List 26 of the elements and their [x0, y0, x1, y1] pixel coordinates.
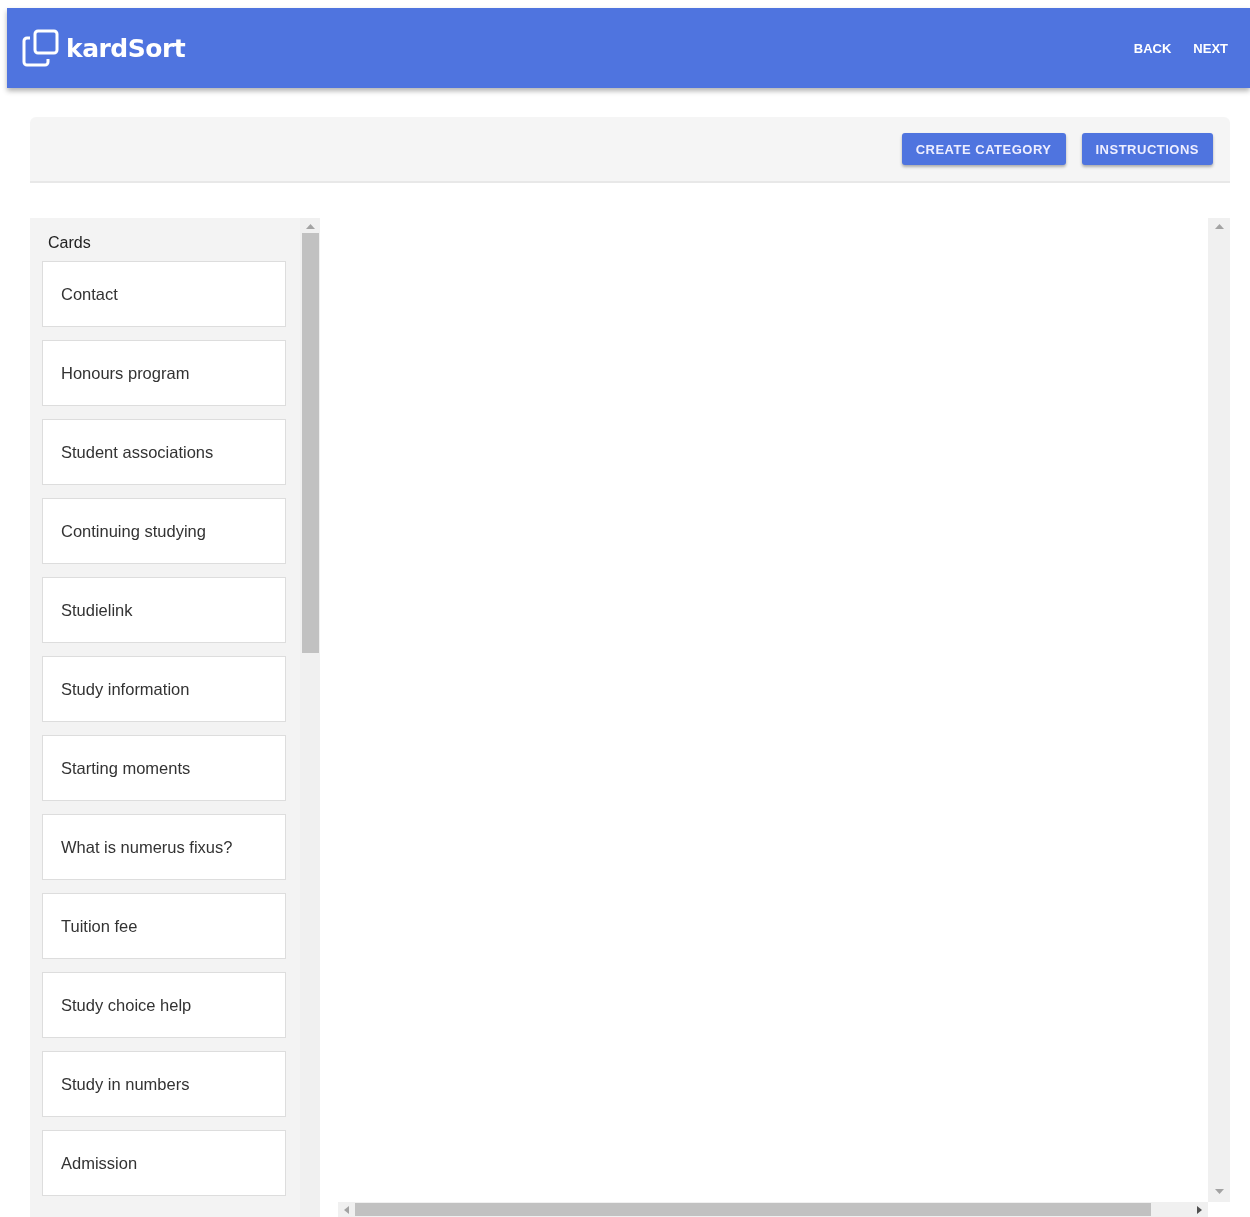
down-arrow-icon[interactable]	[1214, 1189, 1224, 1194]
vertical-scrollbar[interactable]	[1208, 218, 1230, 1202]
nav-button[interactable]: BACK	[1125, 32, 1180, 64]
card[interactable]: Continuing studying	[42, 498, 286, 564]
card[interactable]: Studielink	[42, 577, 286, 643]
card[interactable]: Starting moments	[42, 735, 286, 801]
cards-logo-icon	[21, 28, 61, 68]
card[interactable]: Admission	[42, 1130, 286, 1196]
panel-title: Cards	[48, 234, 92, 252]
card[interactable]: Study choice help	[42, 972, 286, 1038]
card[interactable]: What is numerus fixus?	[42, 814, 286, 880]
card[interactable]: Tuition fee	[42, 893, 286, 959]
toolbar-button[interactable]: INSTRUCTIONS	[1081, 133, 1213, 165]
toolbar-button[interactable]: CREATE CATEGORY	[901, 133, 1066, 165]
card[interactable]: Contact	[42, 261, 286, 327]
left-arrow-icon[interactable]	[344, 1205, 349, 1214]
horizontal-scrollbar[interactable]	[338, 1202, 1208, 1217]
up-arrow-icon[interactable]	[305, 224, 315, 229]
nav-button[interactable]: NEXT	[1185, 32, 1236, 64]
app-logo-text: kardSort	[66, 33, 186, 63]
card[interactable]: Student associations	[42, 419, 286, 485]
card[interactable]: Honours program	[42, 340, 286, 406]
right-arrow-icon[interactable]	[1197, 1205, 1202, 1214]
card[interactable]: Study in numbers	[42, 1051, 286, 1117]
up-arrow-icon[interactable]	[1214, 224, 1224, 229]
card[interactable]: Study information	[42, 656, 286, 722]
